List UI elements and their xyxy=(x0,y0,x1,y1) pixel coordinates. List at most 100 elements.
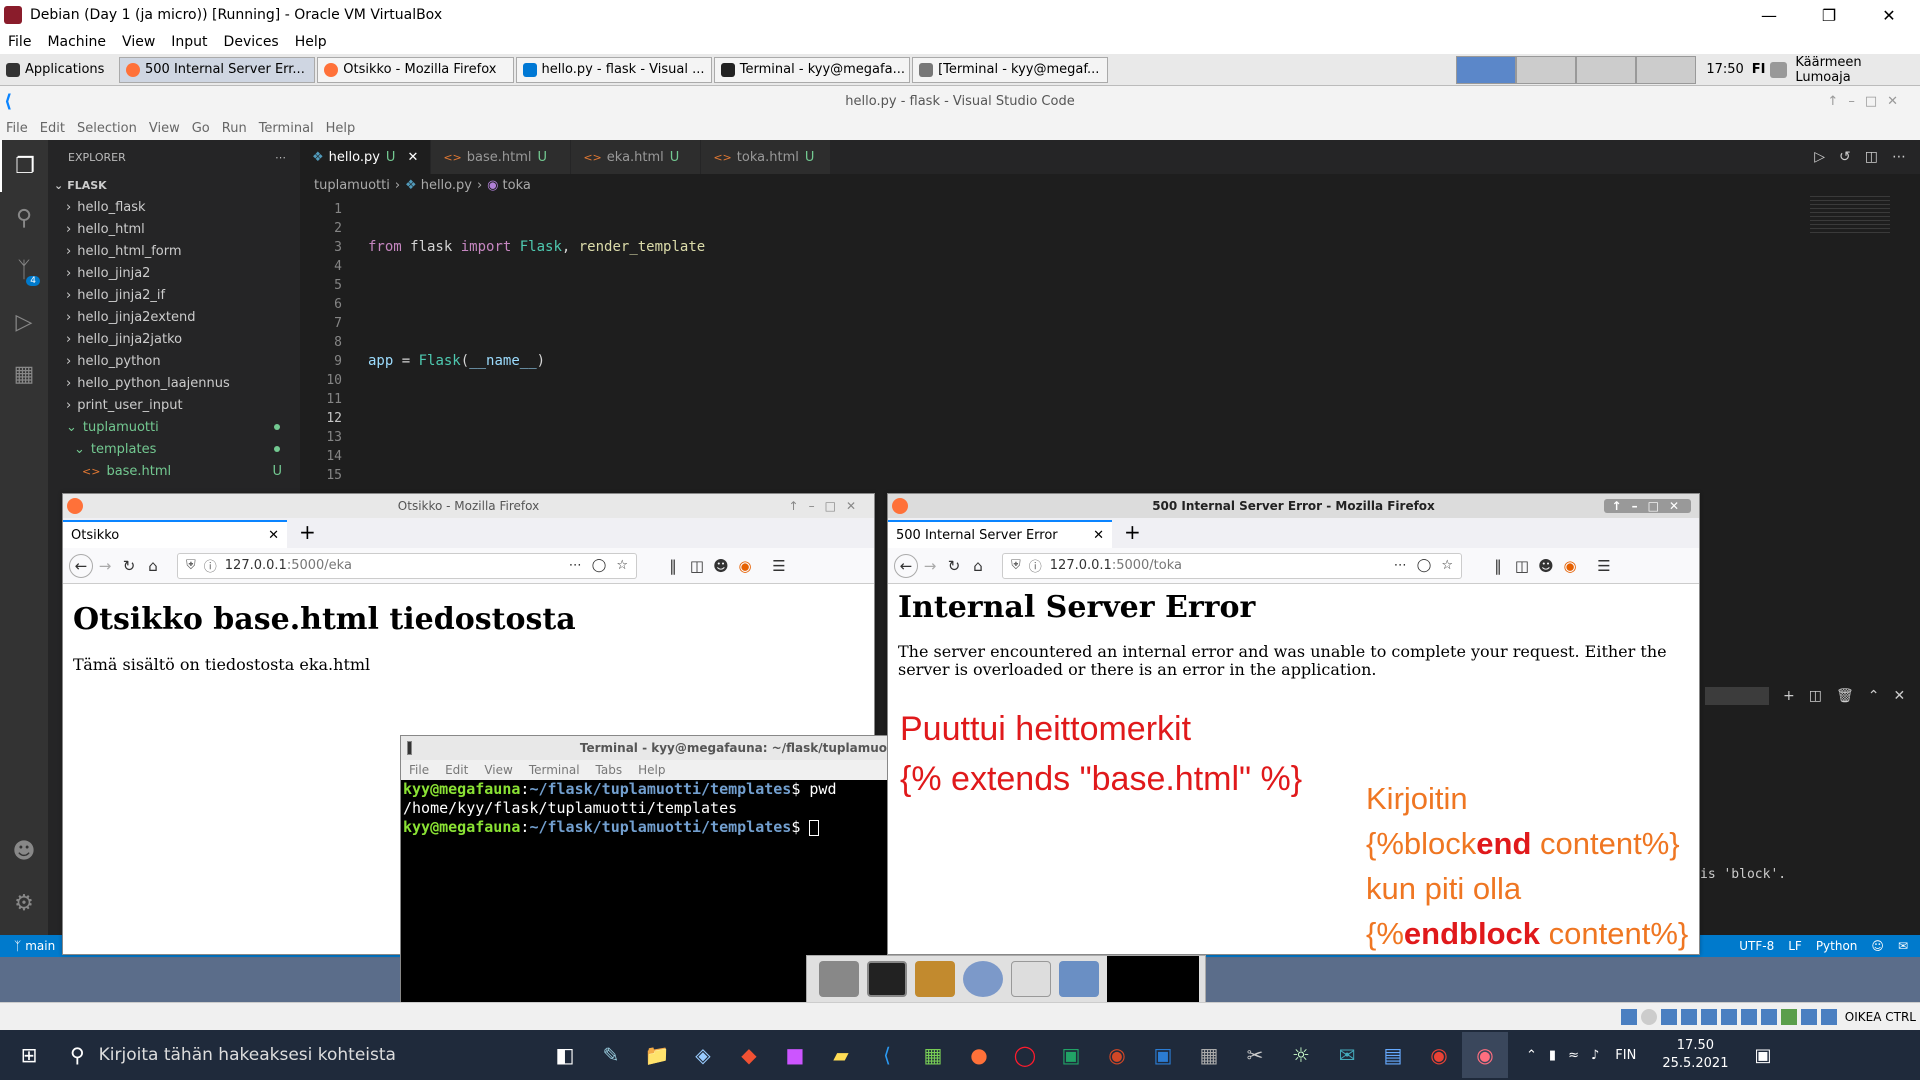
tab-base-html[interactable]: <> base.html U xyxy=(431,140,572,174)
menu-input[interactable]: Input xyxy=(171,34,207,50)
chevron-up-icon[interactable]: ⌃ xyxy=(1868,688,1880,704)
term-menu-file[interactable]: File xyxy=(409,763,429,777)
vsc-menu-file[interactable]: File xyxy=(6,121,28,136)
page-actions-icon[interactable]: ⋯ xyxy=(1394,558,1407,573)
file-explorer-icon[interactable]: 📁 xyxy=(634,1032,680,1078)
usb-icon[interactable] xyxy=(1700,1008,1717,1025)
term-menu-tabs[interactable]: Tabs xyxy=(596,763,623,777)
chrome-icon[interactable]: ◉ xyxy=(1416,1032,1462,1078)
mail-icon[interactable]: ✉ xyxy=(1324,1032,1370,1078)
snipping-tool-icon[interactable]: ✂ xyxy=(1232,1032,1278,1078)
term-menu-view[interactable]: View xyxy=(484,763,512,777)
tree-item[interactable]: › hello_html_form xyxy=(48,240,300,262)
shared-folder-icon[interactable] xyxy=(1720,1008,1737,1025)
forward-icon[interactable]: → xyxy=(918,554,942,578)
paint-icon[interactable]: ▰ xyxy=(818,1032,864,1078)
tree-item[interactable]: › hello_html xyxy=(48,218,300,240)
battery-icon[interactable]: ▮ xyxy=(1549,1048,1556,1063)
hamburger-menu-icon[interactable]: ☰ xyxy=(1592,554,1616,578)
task-view-icon[interactable]: ◧ xyxy=(542,1032,588,1078)
display-icon[interactable] xyxy=(1740,1008,1757,1025)
back-icon[interactable]: ← xyxy=(69,553,93,578)
vsc-menu-help[interactable]: Help xyxy=(326,121,356,136)
branch-name[interactable]: main xyxy=(25,939,55,953)
volume-icon[interactable]: ♪ xyxy=(1591,1048,1599,1063)
vsc-menu-go[interactable]: Go xyxy=(192,121,210,136)
sidebar-icon[interactable]: ◫ xyxy=(1510,554,1534,578)
bookmark-star-icon[interactable]: ☆ xyxy=(1441,558,1453,573)
task-vscode[interactable]: hello.py - flask - Visual ... xyxy=(515,56,712,83)
show-desktop-icon[interactable] xyxy=(819,961,859,997)
workspace-4[interactable] xyxy=(1636,55,1697,84)
network-app-icon[interactable]: ▤ xyxy=(1370,1032,1416,1078)
task-terminal-1[interactable]: Terminal - kyy@megafa... xyxy=(713,56,911,83)
terminal-launcher-icon[interactable] xyxy=(867,961,907,997)
hdd-icon[interactable] xyxy=(1620,1008,1637,1025)
workspace-switcher[interactable] xyxy=(1456,55,1697,84)
task-firefox-500[interactable]: 500 Internal Server Err... xyxy=(119,56,316,83)
settings-gear-icon[interactable]: ⚙ xyxy=(0,877,48,929)
bell-icon[interactable]: ✉ xyxy=(1898,939,1908,953)
term-menu-edit[interactable]: Edit xyxy=(445,763,468,777)
term-menu-help[interactable]: Help xyxy=(638,763,665,777)
home-icon[interactable]: ⌂ xyxy=(141,554,165,578)
trash-icon[interactable]: 🗑 xyxy=(1836,688,1854,704)
vsc-menu-edit[interactable]: Edit xyxy=(40,121,65,136)
open-changes-icon[interactable]: ↺ xyxy=(1839,149,1851,165)
language-indicator[interactable]: FIN xyxy=(1615,1048,1636,1063)
back-icon[interactable]: ← xyxy=(894,553,918,578)
close-panel-icon[interactable]: ✕ xyxy=(1893,688,1905,704)
vsc-menu-view[interactable]: View xyxy=(149,121,180,136)
extension-icon[interactable]: ◉ xyxy=(1558,554,1582,578)
workspace-1[interactable] xyxy=(1456,55,1517,84)
language-mode[interactable]: Python xyxy=(1816,939,1858,953)
feedback-icon[interactable]: ☺ xyxy=(1871,939,1884,953)
tree-item[interactable]: › hello_python xyxy=(48,350,300,372)
minimap[interactable] xyxy=(1810,196,1890,236)
panel-clock[interactable]: 17:50 xyxy=(1706,62,1743,77)
sidebar-icon[interactable]: ◫ xyxy=(685,554,709,578)
windows-start-icon[interactable]: ⊞ xyxy=(6,1032,52,1078)
menu-devices[interactable]: Devices xyxy=(224,34,279,50)
account-icon[interactable]: ☻ xyxy=(0,825,48,877)
tree-item[interactable]: › hello_jinja2_if xyxy=(48,284,300,306)
tab-hello-py[interactable]: ❖ hello.py U ✕ xyxy=(300,140,432,174)
opera-icon[interactable]: ◯ xyxy=(1002,1032,1048,1078)
chart-app-icon[interactable]: ▦ xyxy=(910,1032,956,1078)
reload-icon[interactable]: ↻ xyxy=(942,554,966,578)
folder-root[interactable]: ⌄ FLASK xyxy=(48,174,300,196)
jetbrains-icon[interactable]: ■ xyxy=(772,1032,818,1078)
wifi-icon[interactable]: ≈ xyxy=(1568,1048,1579,1063)
term-menu-terminal[interactable]: Terminal xyxy=(529,763,580,777)
window-controls[interactable]: ↑–□✕ xyxy=(1603,499,1691,513)
forward-icon[interactable]: → xyxy=(93,554,117,578)
url-bar[interactable]: ⛨ ⓘ 127.0.0.1:5000/toka ⋯ ◯ ☆ xyxy=(1002,552,1462,579)
restore-button[interactable]: ❐ xyxy=(1806,0,1852,30)
vsc-menu-run[interactable]: Run xyxy=(222,121,247,136)
extension-icon[interactable]: ◉ xyxy=(733,554,757,578)
vscode-window-controls[interactable]: ↑–□✕ xyxy=(1827,94,1908,109)
search-icon[interactable]: ⚲ xyxy=(0,192,48,244)
word-icon[interactable]: ▣ xyxy=(1140,1032,1186,1078)
task-terminal-2[interactable]: [Terminal - kyy@megaf... xyxy=(912,56,1109,83)
window-controls[interactable]: ↑–□✕ xyxy=(789,499,866,513)
web-browser-icon[interactable] xyxy=(963,961,1003,997)
notepad-icon[interactable]: ✎ xyxy=(588,1032,634,1078)
task-firefox-otsikko[interactable]: Otsikko - Mozilla Firefox xyxy=(317,56,514,83)
tree-item[interactable]: <> base.html U xyxy=(48,460,300,482)
menu-machine[interactable]: Machine xyxy=(47,34,106,50)
tree-item[interactable]: › hello_jinja2extend xyxy=(48,306,300,328)
photos-icon[interactable]: ☼ xyxy=(1278,1032,1324,1078)
close-tab-icon[interactable]: ✕ xyxy=(407,150,418,165)
account-icon[interactable]: ☻ xyxy=(1534,554,1558,578)
add-terminal-icon[interactable]: + xyxy=(1783,688,1795,704)
run-debug-icon[interactable]: ▷ xyxy=(0,296,48,348)
notifications-icon[interactable]: ▣ xyxy=(1754,1045,1771,1066)
folder-icon[interactable] xyxy=(1059,961,1099,997)
browser-tab[interactable]: 500 Internal Server Error ✕ xyxy=(888,520,1112,548)
close-button[interactable]: ✕ xyxy=(1866,0,1912,30)
more-icon[interactable]: ⋯ xyxy=(1892,149,1906,165)
reload-icon[interactable]: ↻ xyxy=(117,554,141,578)
explorer-icon[interactable]: ❐ xyxy=(0,140,48,192)
split-terminal-icon[interactable]: ◫ xyxy=(1809,688,1822,704)
